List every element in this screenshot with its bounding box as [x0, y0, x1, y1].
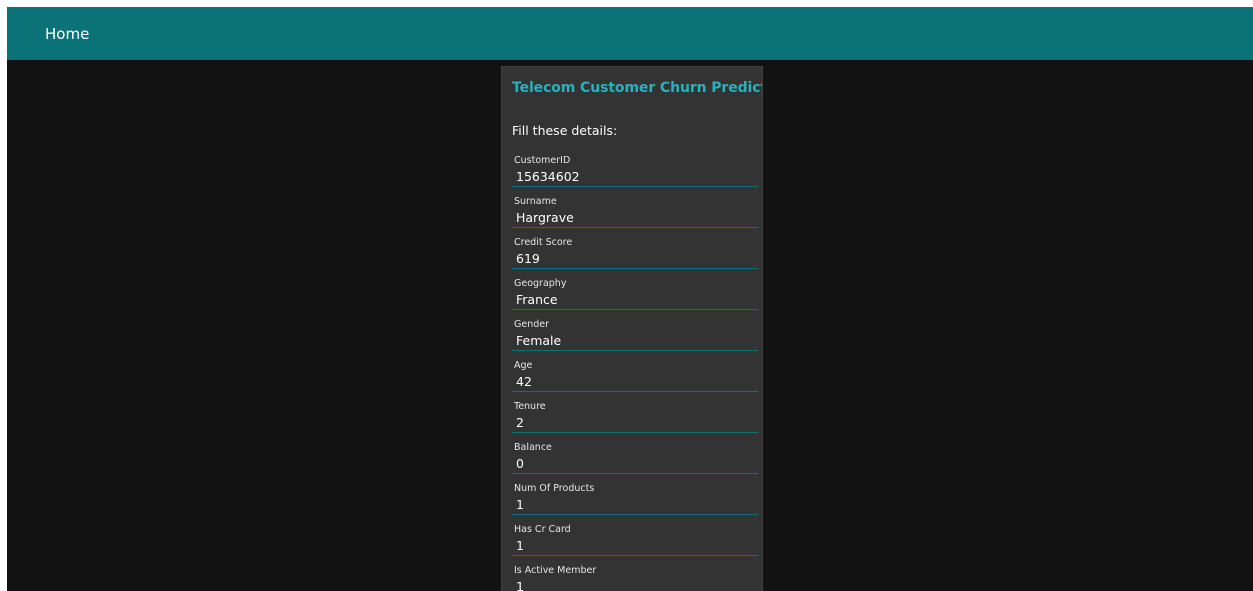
is-active-member-input[interactable] [512, 577, 758, 591]
form-card: Telecom Customer Churn Predictor Fill th… [501, 66, 763, 591]
field-label: Tenure [514, 401, 546, 412]
balance-input[interactable] [512, 454, 758, 474]
num-of-products-input[interactable] [512, 495, 758, 515]
nav-home-link[interactable]: Home [45, 24, 89, 44]
geography-input[interactable] [512, 290, 758, 310]
field-label: Surname [514, 196, 557, 207]
form-title: Telecom Customer Churn Predictor [512, 80, 763, 96]
field-label: Credit Score [514, 237, 573, 248]
field-label: Has Cr Card [514, 524, 571, 535]
field-label: CustomerID [514, 155, 571, 166]
form-subtitle: Fill these details: [512, 123, 618, 138]
customer-id-input[interactable] [512, 167, 758, 187]
age-input[interactable] [512, 372, 758, 392]
field-is-active-member: Is Active Member [512, 565, 758, 591]
tenure-input[interactable] [512, 413, 758, 433]
field-surname: Surname [512, 196, 758, 237]
field-has-cr-card: Has Cr Card [512, 524, 758, 565]
field-tenure: Tenure [512, 401, 758, 442]
field-age: Age [512, 360, 758, 401]
field-customer-id: CustomerID [512, 155, 758, 196]
field-geography: Geography [512, 278, 758, 319]
credit-score-input[interactable] [512, 249, 758, 269]
field-label: Age [514, 360, 533, 371]
field-label: Num Of Products [514, 483, 595, 494]
field-balance: Balance [512, 442, 758, 483]
field-label: Is Active Member [514, 565, 597, 576]
field-label: Gender [514, 319, 550, 330]
surname-input[interactable] [512, 208, 758, 228]
field-gender: Gender [512, 319, 758, 360]
navbar: Home [7, 7, 1253, 60]
field-label: Geography [514, 278, 567, 289]
gender-input[interactable] [512, 331, 758, 351]
field-label: Balance [514, 442, 552, 453]
app-viewport: Home Telecom Customer Churn Predictor Fi… [7, 7, 1253, 591]
field-credit-score: Credit Score [512, 237, 758, 278]
has-cr-card-input[interactable] [512, 536, 758, 556]
field-num-of-products: Num Of Products [512, 483, 758, 524]
